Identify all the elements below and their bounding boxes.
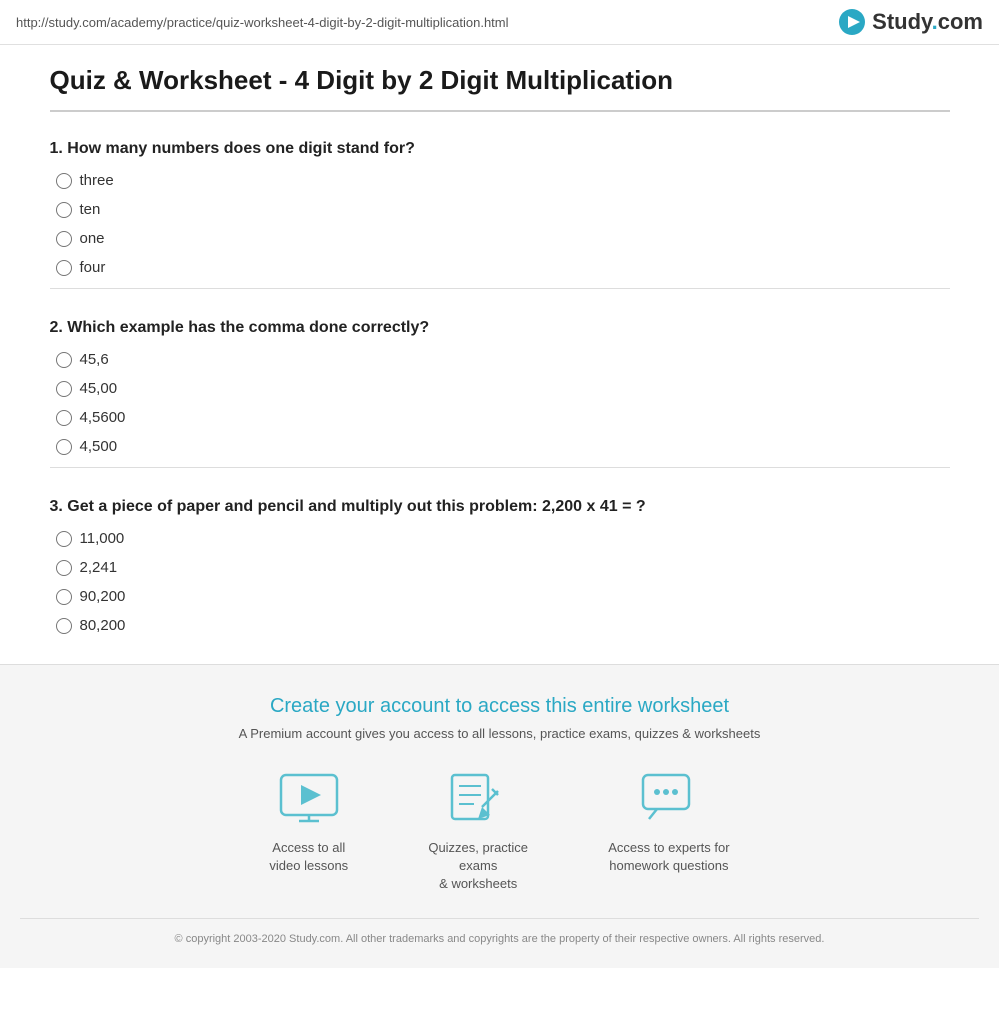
logo-text: Study.com: [872, 9, 983, 35]
question-block-3: 3. Get a piece of paper and pencil and m…: [50, 498, 950, 634]
option-label-q1d: four: [80, 259, 106, 276]
option-label-q2d: 4,500: [80, 438, 118, 455]
radio-q3c[interactable]: [56, 589, 72, 605]
features-row: Access to all video lessons Quizze: [20, 769, 979, 894]
feature-quizzes: Quizzes, practice exams & worksheets: [408, 769, 548, 894]
option-label-q3a: 11,000: [80, 530, 125, 547]
radio-q2a[interactable]: [56, 352, 72, 368]
option-label-q2c: 4,5600: [80, 409, 126, 426]
radio-q2d[interactable]: [56, 439, 72, 455]
main-content: Quiz & Worksheet - 4 Digit by 2 Digit Mu…: [20, 45, 980, 634]
radio-q1c[interactable]: [56, 231, 72, 247]
expert-icon: [639, 773, 699, 825]
radio-q2c[interactable]: [56, 410, 72, 426]
page-title: Quiz & Worksheet - 4 Digit by 2 Digit Mu…: [50, 65, 950, 112]
question-text-2: 2. Which example has the comma done corr…: [50, 319, 950, 337]
radio-q1b[interactable]: [56, 202, 72, 218]
url-display: http://study.com/academy/practice/quiz-w…: [16, 15, 509, 30]
radio-q3a[interactable]: [56, 531, 72, 547]
option-row-q1c[interactable]: one: [50, 230, 950, 247]
question-text-1: 1. How many numbers does one digit stand…: [50, 140, 950, 158]
option-row-q2d[interactable]: 4,500: [50, 438, 950, 455]
option-label-q2b: 45,00: [80, 380, 118, 397]
studycom-logo-icon: [838, 8, 866, 36]
option-row-q1d[interactable]: four: [50, 259, 950, 276]
cta-title: Create your account to access this entir…: [20, 695, 979, 718]
option-row-q3d[interactable]: 80,200: [50, 617, 950, 634]
question-block-1: 1. How many numbers does one digit stand…: [50, 140, 950, 289]
video-icon: [279, 773, 339, 825]
quiz-icon: [448, 773, 508, 825]
video-icon-box: [274, 769, 344, 829]
question-divider-1: [50, 288, 950, 289]
option-label-q3d: 80,200: [80, 617, 126, 634]
question-divider-2: [50, 467, 950, 468]
option-row-q3b[interactable]: 2,241: [50, 559, 950, 576]
option-label-q2a: 45,6: [80, 351, 109, 368]
option-row-q3c[interactable]: 90,200: [50, 588, 950, 605]
feature-quizzes-label: Quizzes, practice exams & worksheets: [408, 839, 548, 894]
option-row-q2b[interactable]: 45,00: [50, 380, 950, 397]
feature-experts-label: Access to experts for homework questions: [608, 839, 729, 875]
option-row-q2a[interactable]: 45,6: [50, 351, 950, 368]
quiz-icon-box: [443, 769, 513, 829]
radio-q3b[interactable]: [56, 560, 72, 576]
option-label-q3c: 90,200: [80, 588, 126, 605]
question-block-2: 2. Which example has the comma done corr…: [50, 319, 950, 468]
question-text-3: 3. Get a piece of paper and pencil and m…: [50, 498, 950, 516]
questions-container: 1. How many numbers does one digit stand…: [50, 140, 950, 634]
radio-q1a[interactable]: [56, 173, 72, 189]
feature-video-label: Access to all video lessons: [269, 839, 348, 875]
top-bar: http://study.com/academy/practice/quiz-w…: [0, 0, 999, 45]
option-row-q1b[interactable]: ten: [50, 201, 950, 218]
radio-q2b[interactable]: [56, 381, 72, 397]
feature-video: Access to all video lessons: [269, 769, 348, 894]
option-label-q1b: ten: [80, 201, 101, 218]
option-label-q1a: three: [80, 172, 114, 189]
option-row-q3a[interactable]: 11,000: [50, 530, 950, 547]
copyright-text: © copyright 2003-2020 Study.com. All oth…: [20, 918, 979, 949]
option-label-q3b: 2,241: [80, 559, 118, 576]
expert-icon-box: [634, 769, 704, 829]
logo-area: Study.com: [838, 8, 983, 36]
radio-q3d[interactable]: [56, 618, 72, 634]
option-row-q1a[interactable]: three: [50, 172, 950, 189]
radio-q1d[interactable]: [56, 260, 72, 276]
feature-experts: Access to experts for homework questions: [608, 769, 729, 894]
option-label-q1c: one: [80, 230, 105, 247]
footer-cta: Create your account to access this entir…: [0, 664, 999, 968]
option-row-q2c[interactable]: 4,5600: [50, 409, 950, 426]
cta-subtitle: A Premium account gives you access to al…: [20, 726, 979, 741]
